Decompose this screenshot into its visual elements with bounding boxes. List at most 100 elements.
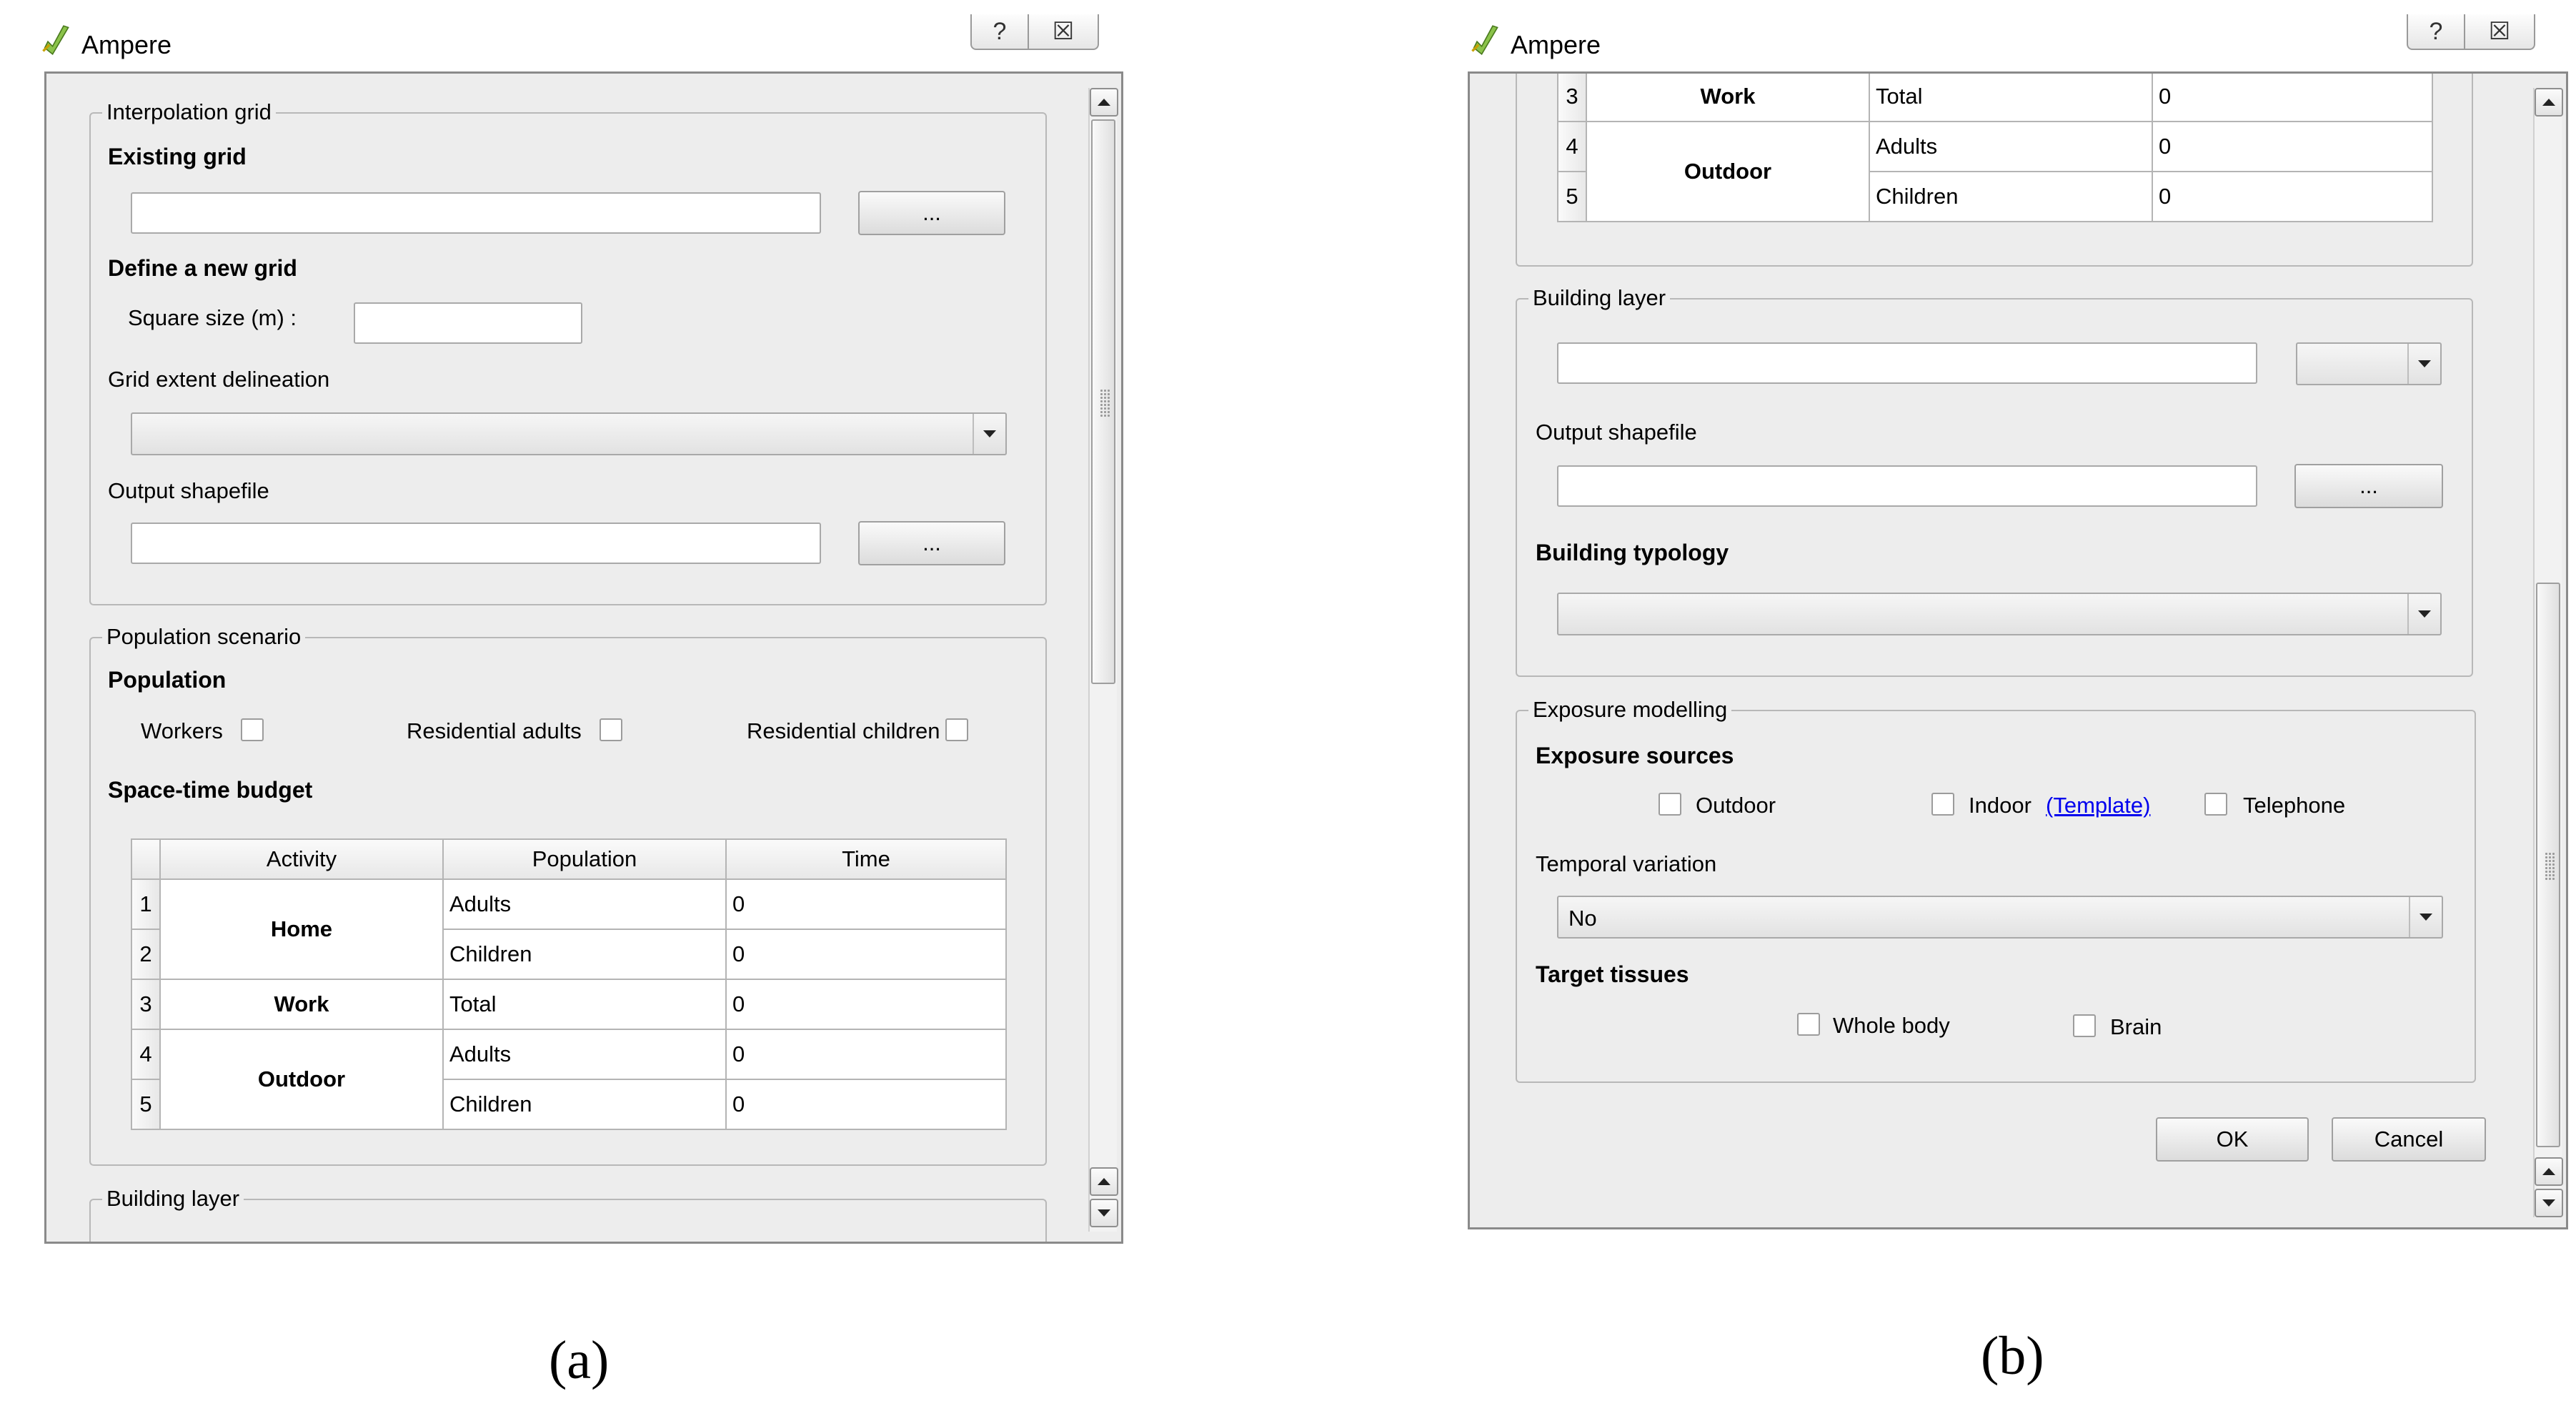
window-title: Ampere: [81, 30, 172, 59]
population-cell[interactable]: Children: [442, 1079, 727, 1130]
output-shapefile-label: Output shapefile: [1536, 420, 1697, 445]
population-cell[interactable]: Adults: [1869, 121, 2153, 172]
row-number[interactable]: 1: [131, 878, 161, 930]
activity-cell[interactable]: Outdoor: [1586, 121, 1870, 222]
help-button[interactable]: ?: [970, 14, 1029, 50]
square-size-input[interactable]: [354, 302, 582, 344]
scroll-thumb[interactable]: [1091, 119, 1115, 684]
building-layer-input[interactable]: [1557, 342, 2257, 384]
existing-grid-browse-button[interactable]: ...: [858, 191, 1005, 235]
population-cell[interactable]: Children: [442, 929, 727, 980]
scroll-up-button[interactable]: [1090, 88, 1118, 117]
time-cell[interactable]: 0: [2152, 74, 2433, 122]
row-number[interactable]: 3: [131, 979, 161, 1030]
column-header-time[interactable]: Time: [725, 838, 1007, 880]
grip-icon: [1100, 389, 1110, 417]
ok-button[interactable]: OK: [2156, 1117, 2309, 1162]
whole-body-checkbox[interactable]: [1797, 1013, 1820, 1036]
chevron-down-icon[interactable]: [2407, 594, 2440, 634]
building-layer-combo[interactable]: [2296, 342, 2442, 385]
row-number[interactable]: 5: [1557, 171, 1587, 222]
vertical-scrollbar[interactable]: [2533, 88, 2563, 1217]
time-cell[interactable]: 0: [725, 1029, 1007, 1080]
dialog-body: 3 Work Total 0 4 Outdoor Adults 0 5 Chil…: [1468, 71, 2568, 1229]
row-number[interactable]: 3: [1557, 74, 1587, 122]
scroll-up-button-2[interactable]: [2535, 1157, 2563, 1186]
population-cell[interactable]: Children: [1869, 171, 2153, 222]
residential-adults-label: Residential adults: [407, 718, 582, 743]
time-cell[interactable]: 0: [725, 878, 1007, 930]
dialog-body: Interpolation grid Existing grid ... Def…: [44, 71, 1123, 1244]
chevron-down-icon[interactable]: [2409, 897, 2442, 937]
scroll-down-button[interactable]: [1090, 1199, 1118, 1227]
activity-cell[interactable]: Home: [159, 878, 444, 980]
row-number[interactable]: 4: [131, 1029, 161, 1080]
activity-cell[interactable]: Outdoor: [159, 1029, 444, 1130]
population-cell[interactable]: Total: [442, 979, 727, 1030]
brain-checkbox[interactable]: [2073, 1014, 2096, 1037]
help-button[interactable]: ?: [2407, 14, 2465, 50]
building-typology-combo[interactable]: [1557, 593, 2442, 635]
activity-cell[interactable]: Work: [1586, 74, 1870, 122]
whole-body-label: Whole body: [1833, 1013, 1950, 1038]
telephone-checkbox[interactable]: [2204, 793, 2227, 816]
output-shapefile-input[interactable]: [131, 523, 821, 564]
group-title: Interpolation grid: [102, 99, 276, 125]
cancel-button[interactable]: Cancel: [2332, 1117, 2486, 1162]
residential-children-checkbox[interactable]: [945, 718, 968, 741]
space-time-table: 3 Work Total 0 4 Outdoor Adults 0 5 Chil…: [1557, 74, 2433, 222]
chevron-down-icon[interactable]: [2407, 344, 2440, 384]
residential-adults-checkbox[interactable]: [600, 718, 622, 741]
combo-value: No: [1568, 906, 1597, 931]
output-shapefile-input[interactable]: [1557, 465, 2257, 507]
chevron-down-icon[interactable]: [973, 414, 1005, 454]
grid-extent-combo[interactable]: [131, 412, 1007, 455]
table-row: 1 Home Adults 0: [131, 878, 1007, 980]
output-browse-button[interactable]: ...: [858, 521, 1005, 565]
population-label: Population: [108, 667, 227, 693]
time-cell[interactable]: 0: [725, 1079, 1007, 1130]
outdoor-checkbox[interactable]: [1659, 793, 1681, 816]
output-browse-button[interactable]: ...: [2294, 464, 2443, 508]
scroll-up-button-2[interactable]: [1090, 1167, 1118, 1196]
indoor-label: Indoor: [1969, 793, 2032, 818]
existing-grid-input[interactable]: [131, 192, 821, 234]
column-header-population[interactable]: Population: [442, 838, 727, 880]
workers-checkbox[interactable]: [241, 718, 264, 741]
group-title: Exposure modelling: [1528, 697, 1732, 723]
time-cell[interactable]: 0: [2152, 121, 2433, 172]
row-number[interactable]: 5: [131, 1079, 161, 1130]
population-cell[interactable]: Adults: [442, 1029, 727, 1080]
population-cell[interactable]: Total: [1869, 74, 2153, 122]
temporal-variation-combo[interactable]: No: [1557, 896, 2443, 939]
close-button[interactable]: ☒: [1028, 14, 1099, 50]
scroll-thumb[interactable]: [2536, 583, 2560, 1147]
table-corner: [131, 838, 161, 880]
time-cell[interactable]: 0: [2152, 171, 2433, 222]
population-cell[interactable]: Adults: [442, 878, 727, 930]
table-row: 4 Outdoor Adults 0: [131, 1029, 1007, 1130]
window-title: Ampere: [1511, 30, 1601, 59]
template-link[interactable]: (Template): [2046, 793, 2150, 818]
activity-cell[interactable]: Work: [159, 979, 444, 1030]
building-layer-group: Building layer: [89, 1186, 1047, 1242]
population-scenario-group: Population scenario Population Workers R…: [89, 624, 1047, 1166]
column-header-activity[interactable]: Activity: [159, 838, 444, 880]
group-title: Population scenario: [102, 624, 306, 650]
time-cell[interactable]: 0: [725, 979, 1007, 1030]
telephone-label: Telephone: [2243, 793, 2346, 818]
row-number[interactable]: 4: [1557, 121, 1587, 172]
time-cell[interactable]: 0: [725, 929, 1007, 980]
residential-children-label: Residential children: [747, 718, 940, 743]
space-time-budget-label: Space-time budget: [108, 777, 313, 803]
vertical-scrollbar[interactable]: [1088, 88, 1118, 1232]
close-button[interactable]: ☒: [2464, 14, 2535, 50]
square-size-label: Square size (m) :: [128, 305, 297, 330]
scroll-up-button[interactable]: [2535, 88, 2563, 117]
indoor-checkbox[interactable]: [1931, 793, 1954, 816]
ampere-window-a: Ampere ? ☒ Interpolation grid Existing g…: [29, 14, 1136, 1244]
interpolation-grid-group: Interpolation grid Existing grid ... Def…: [89, 99, 1047, 605]
row-number[interactable]: 2: [131, 929, 161, 980]
scroll-down-button[interactable]: [2535, 1189, 2563, 1217]
brain-label: Brain: [2110, 1014, 2162, 1039]
